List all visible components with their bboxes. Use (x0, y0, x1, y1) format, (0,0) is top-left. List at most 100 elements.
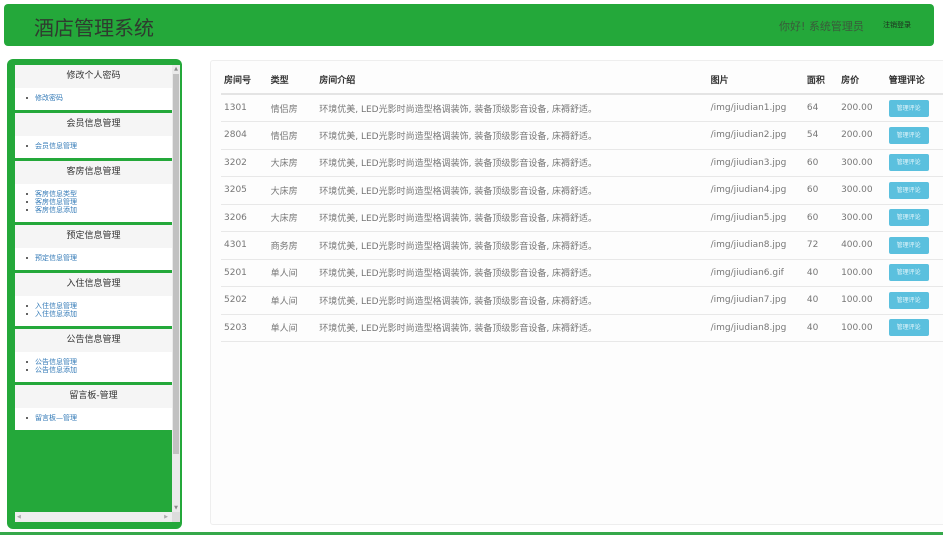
area-cell: 40 (803, 259, 839, 287)
sidebar-link[interactable]: 会员信息管理 (25, 142, 172, 150)
room-type-cell: 大床房 (267, 204, 317, 232)
room-number-cell: 2804 (221, 121, 268, 150)
room-type-cell: 单人间 (267, 259, 317, 287)
sidebar-panel-body: 客房信息类型 客房信息管理 客房信息添加 (15, 184, 172, 222)
image-path-cell: /img/jiudian5.jpg (707, 204, 804, 232)
sidebar-panel: 客房信息管理 客房信息类型 客房信息管理 客房信息添加 (15, 161, 172, 222)
area-cell: 60 (803, 176, 839, 205)
comment-action-cell: 管理评论 (885, 121, 943, 150)
image-path-cell: /img/jiudian8.jpg (707, 314, 804, 342)
image-path-cell: /img/jiudian7.jpg (707, 286, 804, 315)
sidebar-panel: 会员信息管理 会员信息管理 (15, 113, 172, 158)
sidebar-link[interactable]: 入住信息添加 (25, 310, 172, 318)
area-cell: 40 (803, 286, 839, 315)
area-cell: 60 (803, 149, 839, 177)
room-number-cell: 3202 (221, 149, 268, 177)
area-cell: 60 (803, 204, 839, 232)
sidebar-link[interactable]: 公告信息添加 (25, 366, 172, 374)
sidebar-panel: 预定信息管理 预定信息管理 (15, 225, 172, 270)
room-description-cell: 环境优美, LED光影时尚造型格调装饰, 装备顶级影音设备, 床褥舒适。 (316, 121, 708, 150)
manage-comments-button[interactable]: 管理评论 (888, 264, 929, 282)
sidebar-link-list: 留言板—管理 (25, 414, 172, 422)
table-row: 5202 单人间 环境优美, LED光影时尚造型格调装饰, 装备顶级影音设备, 床褥… (221, 286, 943, 315)
sidebar-link[interactable]: 客房信息管理 (25, 198, 172, 206)
scrollbar-corner (172, 512, 180, 522)
sidebar-link[interactable]: 公告信息管理 (25, 358, 172, 366)
sidebar-panel-title: 留言板-管理 (15, 385, 172, 408)
sidebar-panel-body: 公告信息管理 公告信息添加 (15, 352, 172, 382)
scroll-down-arrow-icon[interactable]: ▼ (172, 504, 180, 512)
sidebar-vertical-scrollbar[interactable]: ▲ ▼ (172, 65, 180, 512)
sidebar-link-list: 会员信息管理 (25, 142, 172, 150)
sidebar-panel-title: 修改个人密码 (15, 65, 172, 88)
sidebar-panel-title: 会员信息管理 (15, 113, 172, 136)
room-number-cell: 5203 (221, 314, 268, 342)
table-row: 5201 单人间 环境优美, LED光影时尚造型格调装饰, 装备顶级影音设备, 床褥… (221, 259, 943, 287)
table-body: 1301 情侣房 环境优美, LED光影时尚造型格调装饰, 装备顶级影音设备, 床褥… (221, 94, 943, 342)
sidebar-horizontal-scrollbar[interactable]: ◀ ▶ (15, 512, 172, 522)
comment-action-cell: 管理评论 (885, 94, 943, 122)
manage-comments-button[interactable]: 管理评论 (888, 209, 929, 227)
comment-action-cell: 管理评论 (885, 286, 943, 315)
manage-comments-button[interactable]: 管理评论 (888, 319, 929, 337)
manage-comments-button[interactable]: 管理评论 (888, 126, 929, 144)
table-row: 3202 大床房 环境优美, LED光影时尚造型格调装饰, 装备顶级影音设备, 床褥… (221, 149, 943, 177)
table-header-row: 房间号类型房间介绍图片面积房价管理评论编 (221, 66, 943, 95)
room-number-cell: 5201 (221, 259, 268, 287)
room-description-cell: 环境优美, LED光影时尚造型格调装饰, 装备顶级影音设备, 床褥舒适。 (316, 94, 708, 122)
table-row: 3206 大床房 环境优美, LED光影时尚造型格调装饰, 装备顶级影音设备, 床褥… (221, 204, 943, 232)
manage-comments-button[interactable]: 管理评论 (888, 181, 929, 199)
sidebar-link[interactable]: 客房信息类型 (25, 190, 172, 198)
area-cell: 64 (803, 94, 839, 122)
scroll-right-arrow-icon[interactable]: ▶ (164, 512, 168, 522)
image-path-cell: /img/jiudian3.jpg (707, 149, 804, 177)
table-row: 2804 情侣房 环境优美, LED光影时尚造型格调装饰, 装备顶级影音设备, 床褥… (221, 121, 943, 150)
comment-action-cell: 管理评论 (885, 204, 943, 232)
top-header-bar: 酒店管理系统 你好! 系统管理员 注销登录 (4, 4, 934, 46)
manage-comments-button[interactable]: 管理评论 (888, 99, 929, 117)
sidebar-panel-body: 修改密码 (15, 88, 172, 110)
room-number-cell: 4301 (221, 231, 268, 260)
scroll-up-arrow-icon[interactable]: ▲ (172, 65, 180, 73)
room-description-cell: 环境优美, LED光影时尚造型格调装饰, 装备顶级影音设备, 床褥舒适。 (316, 149, 708, 177)
room-type-cell: 情侣房 (267, 121, 317, 150)
area-cell: 54 (803, 121, 839, 150)
column-header: 房间介绍 (316, 66, 708, 95)
sidebar: 修改个人密码 修改密码 会员信息管理 会员信息管理 客房信息管理 客房信息类型 客房信息管理… (7, 59, 182, 529)
room-description-cell: 环境优美, LED光影时尚造型格调装饰, 装备顶级影音设备, 床褥舒适。 (316, 176, 708, 205)
sidebar-link[interactable]: 客房信息添加 (25, 206, 172, 214)
column-header: 类型 (267, 66, 317, 95)
sidebar-link[interactable]: 预定信息管理 (25, 254, 172, 262)
sidebar-panel: 留言板-管理留言板—管理 (15, 385, 172, 430)
sidebar-link[interactable]: 修改密码 (25, 94, 172, 102)
manage-comments-button[interactable]: 管理评论 (888, 236, 929, 254)
image-path-cell: /img/jiudian6.gif (707, 259, 804, 287)
column-header: 房价 (838, 66, 886, 95)
table-row: 5203 单人间 环境优美, LED光影时尚造型格调装饰, 装备顶级影音设备, 床褥… (221, 314, 943, 342)
room-table: 房间号类型房间介绍图片面积房价管理评论编 1301情侣房环境优美, LED光影时… (221, 66, 943, 342)
logout-link[interactable]: 注销登录 (883, 20, 911, 30)
comment-action-cell: 管理评论 (885, 176, 943, 205)
room-number-cell: 3206 (221, 204, 268, 232)
comment-action-cell: 管理评论 (885, 149, 943, 177)
column-header: 管理评论 (885, 66, 943, 95)
room-type-cell: 大床房 (267, 149, 317, 177)
sidebar-panel: 修改个人密码修改密码 (15, 65, 172, 110)
app-title: 酒店管理系统 (34, 16, 154, 40)
price-cell: 200.00 (838, 94, 886, 122)
room-description-cell: 环境优美, LED光影时尚造型格调装饰, 装备顶级影音设备, 床褥舒适。 (316, 231, 708, 260)
manage-comments-button[interactable]: 管理评论 (888, 154, 929, 172)
sidebar-panel-title: 预定信息管理 (15, 225, 172, 248)
sidebar-panel-body: 留言板—管理 (15, 408, 172, 430)
room-description-cell: 环境优美, LED光影时尚造型格调装饰, 装备顶级影音设备, 床褥舒适。 (316, 259, 708, 287)
sidebar-link[interactable]: 留言板—管理 (25, 414, 172, 422)
sidebar-link[interactable]: 入住信息管理 (25, 302, 172, 310)
scroll-left-arrow-icon[interactable]: ◀ (17, 512, 21, 522)
manage-comments-button[interactable]: 管理评论 (888, 291, 929, 309)
room-number-cell: 3205 (221, 176, 268, 205)
comment-action-cell: 管理评论 (885, 231, 943, 260)
column-header: 面积 (803, 66, 839, 95)
price-cell: 400.00 (838, 231, 886, 260)
area-cell: 40 (803, 314, 839, 342)
scrollbar-thumb[interactable] (173, 74, 179, 454)
